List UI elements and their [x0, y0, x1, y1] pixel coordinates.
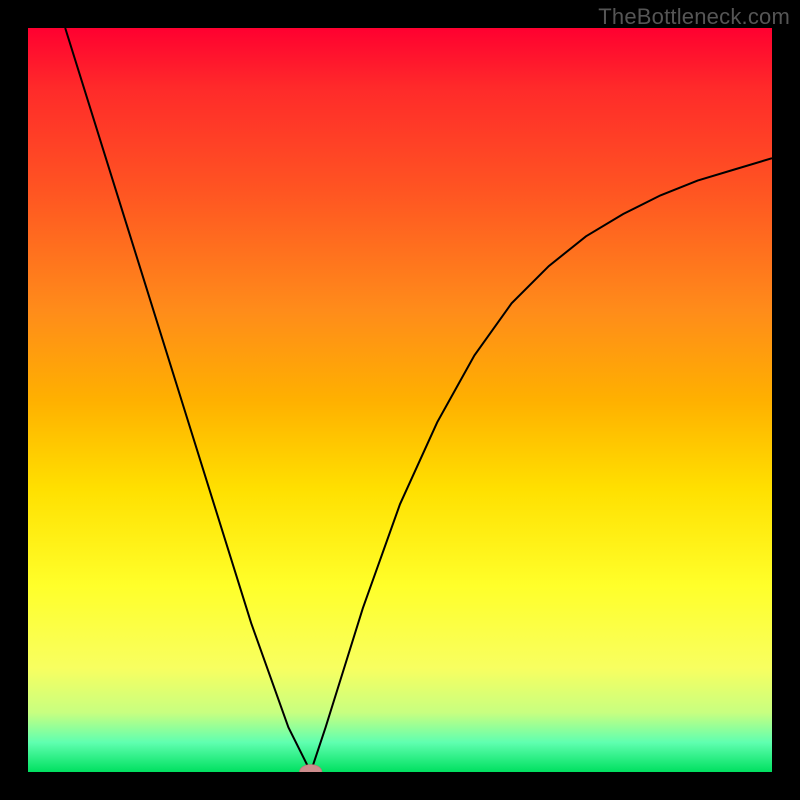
- plot-area: [28, 28, 772, 772]
- chart-frame: TheBottleneck.com: [0, 0, 800, 800]
- bottleneck-curve: [65, 28, 772, 772]
- watermark-text: TheBottleneck.com: [598, 4, 790, 30]
- minimum-marker: [300, 765, 322, 772]
- chart-svg: [28, 28, 772, 772]
